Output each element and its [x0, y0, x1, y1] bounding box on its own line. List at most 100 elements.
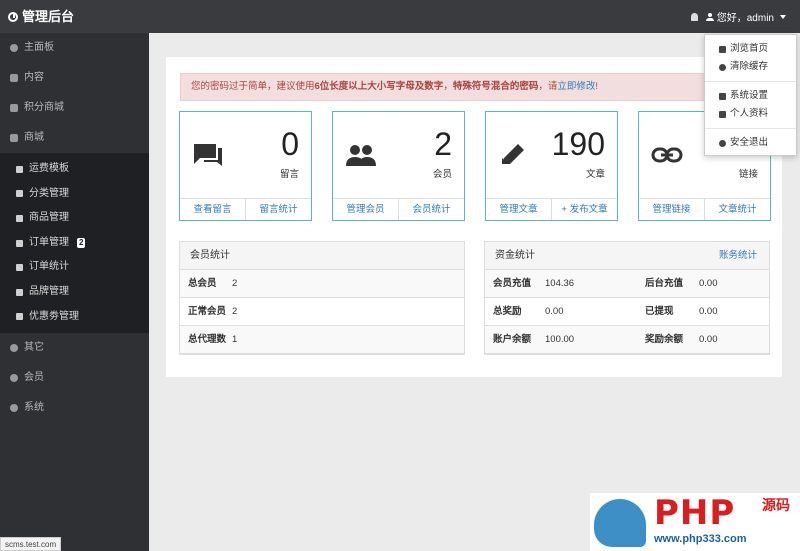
dashboard-icon	[10, 44, 18, 52]
fund-stats-panel: 资金统计 账务统计 会员充值 104.36 后台充值 0.00 总奖励 0.00…	[484, 241, 770, 355]
user-icon	[705, 12, 714, 21]
refresh-icon	[719, 63, 726, 71]
watermark-brand: PHP	[654, 493, 736, 533]
table-row: 总奖励 0.00 已提现 0.00	[485, 298, 769, 326]
subitem-label: 品牌管理	[29, 285, 69, 297]
menu-item-label: 系统设置	[730, 90, 769, 101]
publish-article-link[interactable]: + 发布文章	[551, 199, 617, 220]
template-icon	[16, 165, 23, 173]
card-footer: 管理会员 会员统计	[333, 198, 464, 220]
status-url: scms.test.com	[0, 537, 62, 551]
menu-item-label: 安全退出	[730, 137, 769, 148]
menu-item-profile[interactable]: 个人资料	[705, 105, 796, 123]
account-stats-link[interactable]: 账务统计	[719, 242, 757, 270]
alert-text: ，	[443, 81, 453, 92]
manage-members-link[interactable]: 管理会员	[333, 199, 398, 220]
change-password-link[interactable]: 立即修改	[557, 81, 595, 92]
sidebar-subitem-category[interactable]: 分类管理	[0, 182, 149, 207]
greeting: 您好，admin	[716, 13, 774, 24]
sidebar-item-other[interactable]: 其它	[0, 333, 149, 363]
top-right: 您好，admin	[690, 0, 786, 33]
card-value: 190	[551, 126, 605, 162]
user-dropdown-menu: 浏览首页 清除缓存 系统设置 个人资料 安全退出	[704, 34, 797, 156]
row-key: 总会员	[188, 278, 217, 289]
orders-badge: 2	[77, 238, 86, 249]
alert-text: 您的密码过于简单，建议使用	[191, 81, 315, 92]
menu-item-logout[interactable]: 安全退出	[705, 134, 796, 152]
sidebar: 主面板 内容 积分商城 商城 运费模板 分类管理 商品管理 订单管理 2 订单统…	[0, 33, 149, 551]
elephant-logo-icon	[594, 499, 646, 547]
sidebar-subitem-order-stats[interactable]: 订单统计	[0, 255, 149, 280]
member-stats-link[interactable]: 会员统计	[398, 199, 464, 220]
chat-icon	[194, 144, 222, 166]
brand[interactable]: 管理后台	[8, 0, 74, 33]
row-value: 0.00	[699, 306, 718, 317]
subitem-label: 分类管理	[29, 187, 69, 199]
sidebar-item-label: 内容	[24, 72, 44, 83]
table-row: 总会员 2	[180, 270, 464, 298]
menu-item-clear-cache[interactable]: 清除缓存	[705, 58, 796, 76]
view-messages-link[interactable]: 查看留言	[180, 199, 245, 220]
row-key: 总代理数	[188, 334, 227, 345]
document-icon	[16, 239, 23, 247]
panel-title: 会员统计	[190, 250, 230, 261]
row-value: 2	[232, 306, 238, 317]
card-label: 会员	[432, 169, 452, 180]
logout-icon	[719, 139, 726, 147]
password-alert: 您的密码过于简单，建议使用6位长度以上大小写字母及数字，特殊符号混合的密码，请立…	[180, 73, 770, 101]
sidebar-subitem-shipping[interactable]: 运费模板	[0, 157, 149, 182]
row-value: 1	[232, 334, 238, 345]
sidebar-subitem-coupons[interactable]: 优惠劵管理	[0, 305, 149, 330]
home-icon	[719, 45, 726, 53]
box-icon	[16, 214, 23, 222]
sidebar-item-members[interactable]: 会员	[0, 363, 149, 393]
sidebar-subitem-orders[interactable]: 订单管理 2	[0, 231, 149, 256]
alert-text: !	[595, 81, 599, 92]
manage-articles-link[interactable]: 管理文章	[486, 199, 551, 220]
sidebar-item-label: 会员	[24, 372, 44, 384]
subitem-label: 优惠劵管理	[29, 310, 79, 322]
row-value: 0.00	[699, 278, 718, 289]
subitem-label: 运费模板	[29, 163, 69, 174]
globe-icon	[10, 344, 18, 353]
table-row: 总代理数 1	[180, 326, 464, 354]
panel-heading: 会员统计	[180, 242, 464, 270]
message-stats-link[interactable]: 留言统计	[245, 199, 311, 220]
chevron-down-icon	[780, 14, 786, 19]
menu-item-home[interactable]: 浏览首页	[705, 40, 796, 58]
card-footer: 管理链接 文章统计	[639, 198, 770, 220]
link-icon	[651, 147, 683, 163]
row-value: 0.00	[545, 306, 564, 317]
card-label: 链接	[738, 169, 758, 180]
sidebar-subitem-brands[interactable]: 品牌管理	[0, 280, 149, 305]
menu-item-settings[interactable]: 系统设置	[705, 87, 796, 105]
sidebar-item-mall[interactable]: 商城	[0, 123, 149, 153]
table-row: 正常会员 2	[180, 298, 464, 326]
sidebar-item-points-mall[interactable]: 积分商城	[0, 93, 149, 123]
member-stats-table: 总会员 2 正常会员 2 总代理数 1	[180, 270, 464, 354]
subitem-label: 商品管理	[29, 212, 69, 224]
card-members: 2 会员 管理会员 会员统计	[332, 111, 465, 221]
row-value: 100.00	[545, 334, 575, 345]
menu-item-label: 清除缓存	[730, 61, 769, 72]
alert-text: ，请	[538, 81, 558, 92]
user-menu[interactable]: 您好，admin	[705, 9, 786, 24]
sidebar-item-dashboard[interactable]: 主面板	[0, 33, 149, 63]
sidebar-subitem-products[interactable]: 商品管理	[0, 206, 149, 231]
menu-divider	[705, 81, 796, 82]
manage-links-link[interactable]: 管理链接	[639, 199, 704, 220]
card-value: 0	[281, 126, 299, 162]
row-value: 104.36	[545, 278, 575, 289]
card-value: 2	[434, 126, 452, 162]
alert-bold: 特殊符号混合的密码	[452, 81, 539, 92]
card-footer: 查看留言 留言统计	[180, 198, 311, 220]
sidebar-item-system[interactable]: 系统	[0, 393, 149, 423]
table-row: 账户余额 100.00 奖励余额 0.00	[485, 326, 769, 354]
sidebar-item-content[interactable]: 内容	[0, 63, 149, 93]
article-stats-link[interactable]: 文章统计	[704, 199, 770, 220]
card-articles: 190 文章 管理文章 + 发布文章	[485, 111, 618, 221]
menu-divider	[705, 128, 796, 129]
bell-icon[interactable]	[690, 12, 698, 21]
sidebar-submenu-mall: 运费模板 分类管理 商品管理 订单管理 2 订单统计 品牌管理 优惠劵管理	[0, 153, 149, 334]
panel-title: 资金统计	[495, 250, 535, 261]
